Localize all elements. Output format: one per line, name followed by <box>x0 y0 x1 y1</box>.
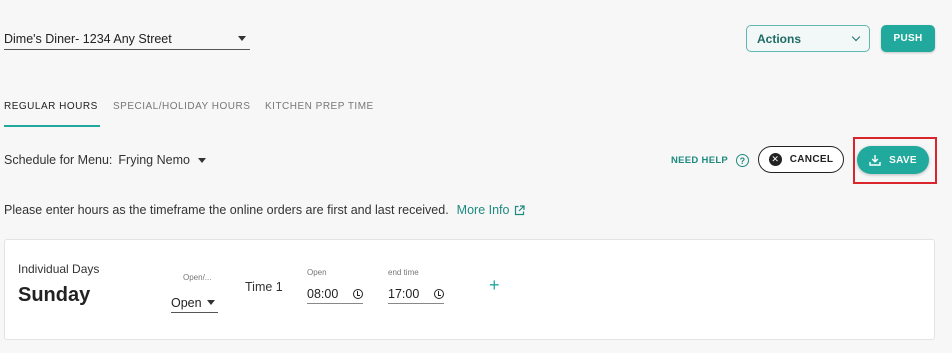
location-select[interactable]: Dime's Diner- 1234 Any Street <box>4 28 250 50</box>
schedule-row: Schedule for Menu: Frying Nemo <box>4 153 206 167</box>
open-time-input[interactable]: 08:00 <box>307 285 363 304</box>
need-help-label: NEED HELP <box>671 155 729 166</box>
end-time-input[interactable]: 17:00 <box>388 285 444 304</box>
help-icon: ? <box>736 154 750 167</box>
open-time-label: Open <box>307 268 327 277</box>
end-time-value: 17:00 <box>388 287 420 301</box>
actions-label: Actions <box>757 31 802 46</box>
save-button[interactable]: SAVE <box>857 146 929 174</box>
day-schedule-card <box>4 239 935 340</box>
individual-days-label: Individual Days <box>18 262 100 276</box>
caret-down-icon <box>197 157 206 163</box>
clock-icon[interactable] <box>434 289 444 299</box>
tab-special-holiday-hours[interactable]: SPECIAL/HOLIDAY HOURS <box>113 101 250 112</box>
need-help-link[interactable]: NEED HELP ? <box>671 154 750 167</box>
open-status-value: Open <box>171 295 202 310</box>
info-text: Please enter hours as the timeframe the … <box>4 203 449 217</box>
caret-down-icon <box>238 36 246 41</box>
clock-icon[interactable] <box>353 289 363 299</box>
tab-regular-hours[interactable]: REGULAR HOURS <box>4 101 98 112</box>
external-link-icon <box>515 204 526 215</box>
download-icon <box>869 155 881 166</box>
active-tab-indicator <box>4 125 100 127</box>
location-value: Dime's Diner- 1234 Any Street <box>4 31 172 46</box>
day-name: Sunday <box>18 284 91 306</box>
tab-kitchen-prep-time[interactable]: KITCHEN PREP TIME <box>265 101 374 112</box>
end-time-label: end time <box>388 268 419 277</box>
save-label: SAVE <box>889 154 917 166</box>
caret-down-icon <box>207 300 215 305</box>
time-slot-label: Time 1 <box>245 280 283 294</box>
status-field-label: Open/... <box>183 273 212 282</box>
open-time-value: 08:00 <box>307 287 339 301</box>
menu-select[interactable]: Frying Nemo <box>118 153 206 167</box>
schedule-label: Schedule for Menu: <box>4 153 113 167</box>
open-status-select[interactable]: Open <box>171 293 218 313</box>
info-line: Please enter hours as the timeframe the … <box>4 203 526 217</box>
add-time-slot-button[interactable]: + <box>489 276 500 294</box>
cancel-label: CANCEL <box>789 154 834 165</box>
menu-value: Frying Nemo <box>118 153 190 167</box>
more-info-link[interactable]: More Info <box>457 203 526 217</box>
actions-dropdown[interactable]: Actions <box>746 25 870 52</box>
chevron-down-icon <box>851 32 861 42</box>
more-info-label: More Info <box>456 203 510 217</box>
push-button[interactable]: PUSH <box>881 25 935 52</box>
cancel-button[interactable]: ✕ CANCEL <box>758 146 844 173</box>
close-circle-icon: ✕ <box>768 153 782 166</box>
